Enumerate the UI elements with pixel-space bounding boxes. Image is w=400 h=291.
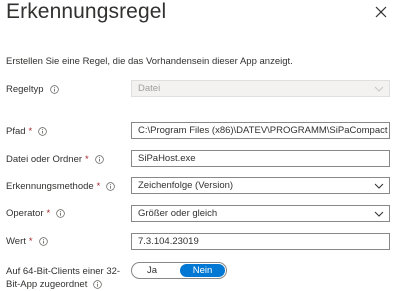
wert-input[interactable]: 7.3.104.23019	[131, 233, 390, 250]
required-marker: *	[28, 126, 33, 137]
chevron-down-icon	[374, 211, 384, 217]
chevron-down-icon	[374, 183, 384, 189]
toggle-row-label: Auf 64-Bit-Clients einer 32- Bit-App zug…	[6, 265, 120, 291]
info-icon[interactable]	[56, 209, 65, 218]
datei-label: Datei oder Ordner *	[6, 154, 104, 165]
wert-value: 7.3.104.23019	[138, 236, 199, 247]
close-icon[interactable]	[373, 4, 389, 20]
wert-label: Wert *	[6, 236, 48, 247]
methode-value: Zeichenfolge (Version)	[138, 180, 234, 191]
required-marker: *	[96, 181, 101, 192]
operator-label: Operator *	[6, 208, 65, 219]
pfad-label-text: Pfad	[6, 126, 26, 137]
pfad-value: C:\Program Files (x86)\DATEV\PROGRAMM\Si…	[138, 125, 388, 136]
pfad-input[interactable]: C:\Program Files (x86)\DATEV\PROGRAMM\Si…	[131, 122, 390, 139]
info-icon[interactable]	[93, 280, 103, 289]
info-icon[interactable]	[38, 237, 48, 246]
regeltyp-value: Datei	[138, 83, 161, 94]
x64-toggle[interactable]: Ja Nein	[131, 262, 227, 279]
toggle-option-nein[interactable]: Nein	[180, 264, 225, 277]
info-icon[interactable]	[95, 155, 104, 164]
regeltyp-dropdown[interactable]: Datei	[131, 80, 390, 97]
info-icon[interactable]	[106, 182, 116, 191]
panel-title: Erkennungsregel	[6, 0, 167, 23]
description-text: Erstellen Sie eine Regel, die das Vorhan…	[6, 56, 293, 67]
pfad-label: Pfad *	[6, 126, 47, 137]
operator-value: Größer oder gleich	[138, 208, 218, 219]
regeltyp-label-text: Regeltyp	[6, 84, 44, 95]
chevron-down-icon	[374, 86, 384, 92]
required-marker: *	[85, 154, 89, 165]
operator-label-text: Operator	[6, 208, 44, 219]
operator-dropdown[interactable]: Größer oder gleich	[131, 205, 390, 222]
datei-label-text: Datei oder Ordner	[6, 154, 83, 165]
methode-label-text: Erkennungsmethode	[6, 181, 94, 192]
methode-label: Erkennungsmethode *	[6, 181, 116, 192]
toggle-label-line2: Bit-App zugeordnet	[6, 279, 88, 290]
required-marker: *	[46, 208, 51, 219]
datei-value: SiPaHost.exe	[138, 153, 196, 164]
regeltyp-label: Regeltyp	[6, 84, 59, 95]
required-marker: *	[28, 236, 33, 247]
info-icon[interactable]	[38, 127, 47, 136]
toggle-label-line1: Auf 64-Bit-Clients einer 32-	[6, 266, 121, 277]
datei-input[interactable]: SiPaHost.exe	[131, 150, 390, 167]
info-icon[interactable]	[49, 85, 59, 94]
toggle-option-ja[interactable]: Ja	[147, 265, 157, 276]
wert-label-text: Wert	[6, 236, 26, 247]
methode-dropdown[interactable]: Zeichenfolge (Version)	[131, 177, 390, 194]
